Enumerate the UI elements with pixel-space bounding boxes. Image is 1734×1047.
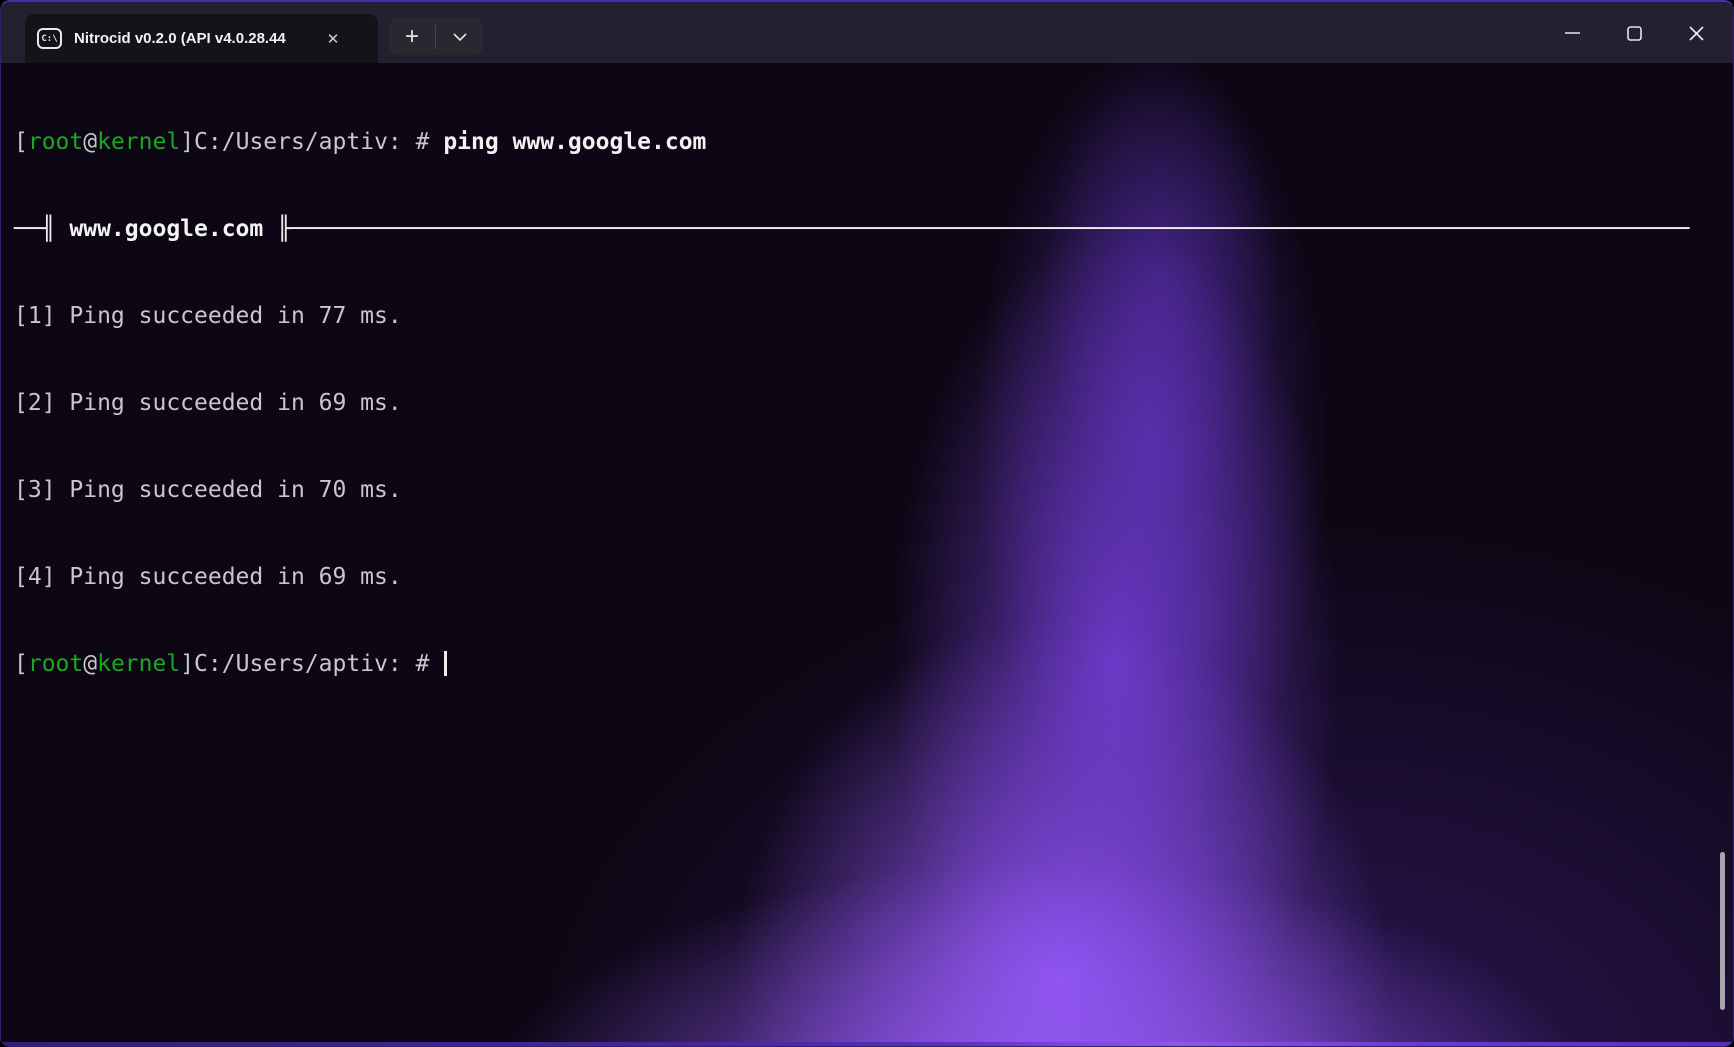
- prompt-path: ]C:/Users/aptiv: #: [180, 129, 444, 155]
- separator-title: www.google.com: [69, 216, 264, 242]
- new-tab-button[interactable]: +: [389, 18, 435, 55]
- prompt-bracket: [: [14, 129, 28, 155]
- ping-result-line: [1] Ping succeeded in 77 ms.: [14, 303, 402, 329]
- tab-close-button[interactable]: ✕: [318, 24, 348, 54]
- terminal-window: C:\ Nitrocid v0.2.0 (API v4.0.28.44 ✕ +: [0, 0, 1734, 1047]
- tab-dropdown-button[interactable]: [436, 18, 483, 55]
- tab-nitrocid[interactable]: C:\ Nitrocid v0.2.0 (API v4.0.28.44 ✕: [25, 14, 378, 63]
- prompt-user: root: [27, 129, 84, 155]
- prompt-host: kernel: [97, 129, 181, 155]
- tab-title: Nitrocid v0.2.0 (API v4.0.28.44: [74, 30, 286, 47]
- chevron-down-icon: [452, 32, 467, 41]
- separator-right: ╟───────────────────────────────────────…: [263, 216, 1690, 242]
- ping-result-line: [4] Ping succeeded in 69 ms.: [14, 564, 402, 590]
- terminal-cursor: [444, 651, 448, 676]
- prompt-at: @: [83, 129, 98, 155]
- window-controls: [1541, 8, 1727, 58]
- terminal-separator-line: ──╢ www.google.com ╟────────────────────…: [14, 215, 1733, 244]
- maximize-button[interactable]: [1603, 11, 1665, 55]
- prompt-at: @: [83, 651, 98, 677]
- command-prompt-icon-label: C:\: [41, 33, 58, 44]
- close-button[interactable]: [1665, 11, 1727, 55]
- close-icon: [1688, 25, 1704, 41]
- new-tab-group: +: [389, 18, 483, 55]
- titlebar: C:\ Nitrocid v0.2.0 (API v4.0.28.44 ✕ +: [1, 2, 1733, 63]
- ping-result-line: [3] Ping succeeded in 70 ms.: [14, 477, 402, 503]
- close-icon: ✕: [326, 30, 340, 48]
- ping-result-line: [2] Ping succeeded in 69 ms.: [14, 390, 402, 416]
- separator-left: ──╢: [14, 216, 70, 242]
- command-prompt-icon: C:\: [37, 28, 62, 49]
- prompt-user: root: [27, 651, 84, 677]
- minimize-button[interactable]: [1541, 11, 1603, 55]
- scrollbar-thumb[interactable]: [1720, 852, 1725, 1010]
- prompt-path: ]C:/Users/aptiv: #: [180, 651, 444, 677]
- prompt-bracket: [: [14, 651, 28, 677]
- terminal-screen[interactable]: [root@kernel]C:/Users/aptiv: # ping www.…: [1, 63, 1733, 1045]
- terminal-line-prompt-command: [root@kernel]C:/Users/aptiv: # ping www.…: [14, 128, 1733, 157]
- prompt-host: kernel: [97, 651, 181, 677]
- plus-icon: +: [404, 22, 419, 50]
- typed-command: ping www.google.com: [443, 129, 707, 155]
- window-border-bottom: [1, 1042, 1733, 1046]
- minimize-icon: [1564, 32, 1580, 34]
- maximize-icon: [1626, 25, 1642, 41]
- terminal-line-prompt-current: [root@kernel]C:/Users/aptiv: #: [14, 650, 1733, 679]
